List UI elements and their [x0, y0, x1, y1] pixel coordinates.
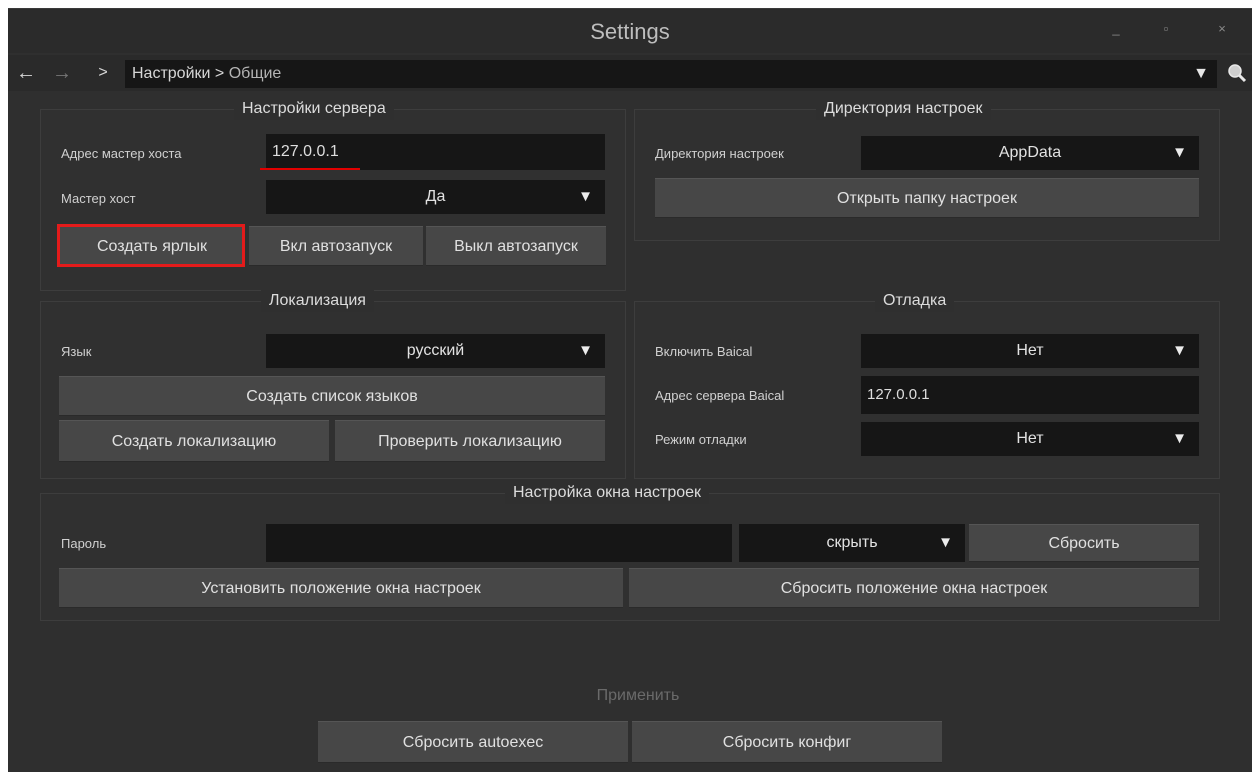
enable-baical-label: Включить Baical	[655, 344, 753, 359]
password-visibility-value: скрыть	[826, 534, 878, 551]
check-localization-button[interactable]: Проверить локализацию	[335, 420, 605, 462]
dropdown-arrow-icon: ▼	[578, 188, 593, 205]
debug-mode-value: Нет	[1016, 430, 1044, 447]
language-select[interactable]: русский ▼	[266, 334, 605, 368]
title-bar: Settings _ ▫ ×	[8, 9, 1252, 53]
settings-window-group: Настройка окна настроек Пароль скрыть ▼ …	[40, 482, 1220, 621]
dropdown-arrow-icon: ▼	[1172, 144, 1187, 161]
maximize-button[interactable]: ▫	[1156, 21, 1176, 36]
debug-mode-label: Режим отладки	[655, 432, 747, 447]
breadcrumb-separator: >	[214, 65, 225, 82]
language-label: Язык	[61, 344, 92, 359]
reset-password-button[interactable]: Сбросить	[969, 524, 1199, 562]
breadcrumb-root[interactable]: Настройки	[132, 65, 210, 82]
back-arrow-icon[interactable]: ←	[14, 55, 38, 91]
language-value: русский	[406, 342, 465, 359]
forward-arrow-icon[interactable]: →	[50, 55, 74, 91]
master-host-address-input[interactable]: 127.0.0.1	[266, 134, 605, 170]
breadcrumb-dropdown-icon[interactable]: ▼	[1193, 60, 1209, 88]
expand-chevron-icon[interactable]: >	[94, 55, 112, 91]
breadcrumb-path: Настройки > Общие	[132, 60, 281, 88]
dropdown-arrow-icon: ▼	[578, 342, 593, 359]
server-settings-title: Настройки сервера	[234, 98, 394, 120]
reset-autoexec-button[interactable]: Сбросить autoexec	[318, 721, 628, 763]
settings-window: Settings _ ▫ × ← → > Настройки > Общие ▼…	[8, 8, 1252, 772]
localization-title: Локализация	[261, 290, 374, 312]
settings-directory-label: Директория настроек	[655, 146, 784, 161]
master-host-value: Да	[425, 188, 446, 205]
settings-directory-value: AppData	[998, 144, 1062, 161]
settings-directory-select[interactable]: AppData ▼	[861, 136, 1199, 170]
dropdown-arrow-icon: ▼	[938, 534, 953, 551]
set-window-position-button[interactable]: Установить положение окна настроек	[59, 568, 623, 608]
enable-autostart-button[interactable]: Вкл автозапуск	[249, 226, 423, 266]
dropdown-arrow-icon: ▼	[1172, 430, 1187, 447]
reset-config-button[interactable]: Сбросить конфиг	[632, 721, 942, 763]
debug-group: Отладка Включить Baical Нет ▼ Адрес серв…	[634, 290, 1220, 479]
baical-server-address-input[interactable]: 127.0.0.1	[861, 376, 1199, 414]
baical-server-address-label: Адрес сервера Baical	[655, 388, 785, 403]
breadcrumb[interactable]: Настройки > Общие ▼	[125, 60, 1217, 88]
create-localization-button[interactable]: Создать локализацию	[59, 420, 329, 462]
server-settings-group: Настройки сервера Адрес мастер хоста 127…	[40, 98, 626, 291]
minimize-button[interactable]: _	[1106, 21, 1126, 36]
debug-title: Отладка	[875, 290, 955, 312]
enable-baical-value: Нет	[1016, 342, 1044, 359]
search-icon[interactable]	[1227, 63, 1247, 83]
settings-directory-group: Директория настроек Директория настроек …	[634, 98, 1220, 241]
dropdown-arrow-icon: ▼	[1172, 342, 1187, 359]
navigation-bar: ← → > Настройки > Общие ▼	[8, 55, 1252, 91]
master-host-label: Мастер хост	[61, 191, 136, 206]
master-host-select[interactable]: Да ▼	[266, 180, 605, 214]
reset-window-position-button[interactable]: Сбросить положение окна настроек	[629, 568, 1199, 608]
localization-group: Локализация Язык русский ▼ Создать списо…	[40, 290, 626, 479]
master-host-address-label: Адрес мастер хоста	[61, 146, 182, 161]
host-value-underline-annotation	[260, 168, 360, 170]
password-input[interactable]	[266, 524, 732, 562]
disable-autostart-button[interactable]: Выкл автозапуск	[426, 226, 606, 266]
window-title: Settings	[590, 19, 670, 44]
debug-mode-select[interactable]: Нет ▼	[861, 422, 1199, 456]
close-button[interactable]: ×	[1212, 21, 1232, 36]
breadcrumb-current: Общие	[228, 65, 282, 82]
settings-directory-title: Директория настроек	[816, 98, 991, 120]
password-label: Пароль	[61, 536, 107, 551]
open-settings-folder-button[interactable]: Открыть папку настроек	[655, 178, 1199, 218]
settings-window-title: Настройка окна настроек	[505, 482, 710, 504]
create-language-list-button[interactable]: Создать список языков	[59, 376, 605, 416]
enable-baical-select[interactable]: Нет ▼	[861, 334, 1199, 368]
highlight-box-annotation	[57, 224, 245, 267]
apply-button[interactable]: Применить	[518, 687, 758, 705]
password-visibility-select[interactable]: скрыть ▼	[739, 524, 965, 562]
